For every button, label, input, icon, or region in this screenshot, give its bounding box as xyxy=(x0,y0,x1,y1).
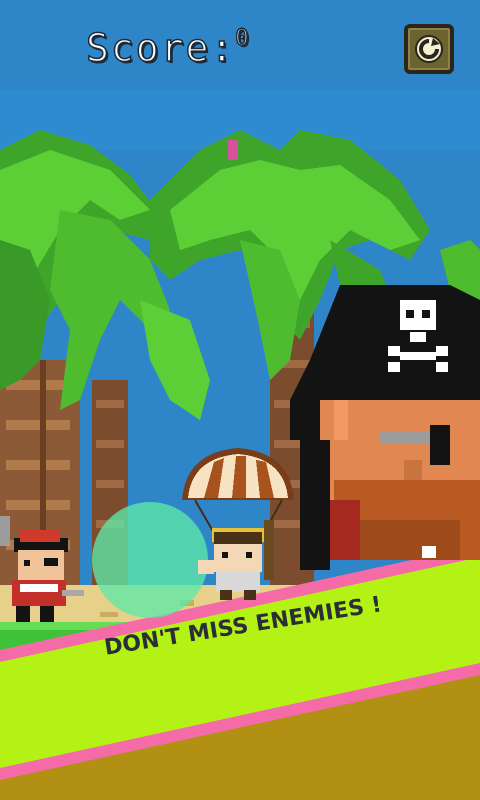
game-stage[interactable]: Score:0 DON'T MISS ENEMIES ! xyxy=(0,0,480,800)
score-label: Score: xyxy=(85,25,236,71)
pirate-enemy xyxy=(0,516,84,622)
restart-icon xyxy=(415,35,443,63)
score-value: 0 xyxy=(235,25,251,52)
score-display: Score:0 xyxy=(85,25,251,71)
restart-button[interactable] xyxy=(404,24,454,74)
